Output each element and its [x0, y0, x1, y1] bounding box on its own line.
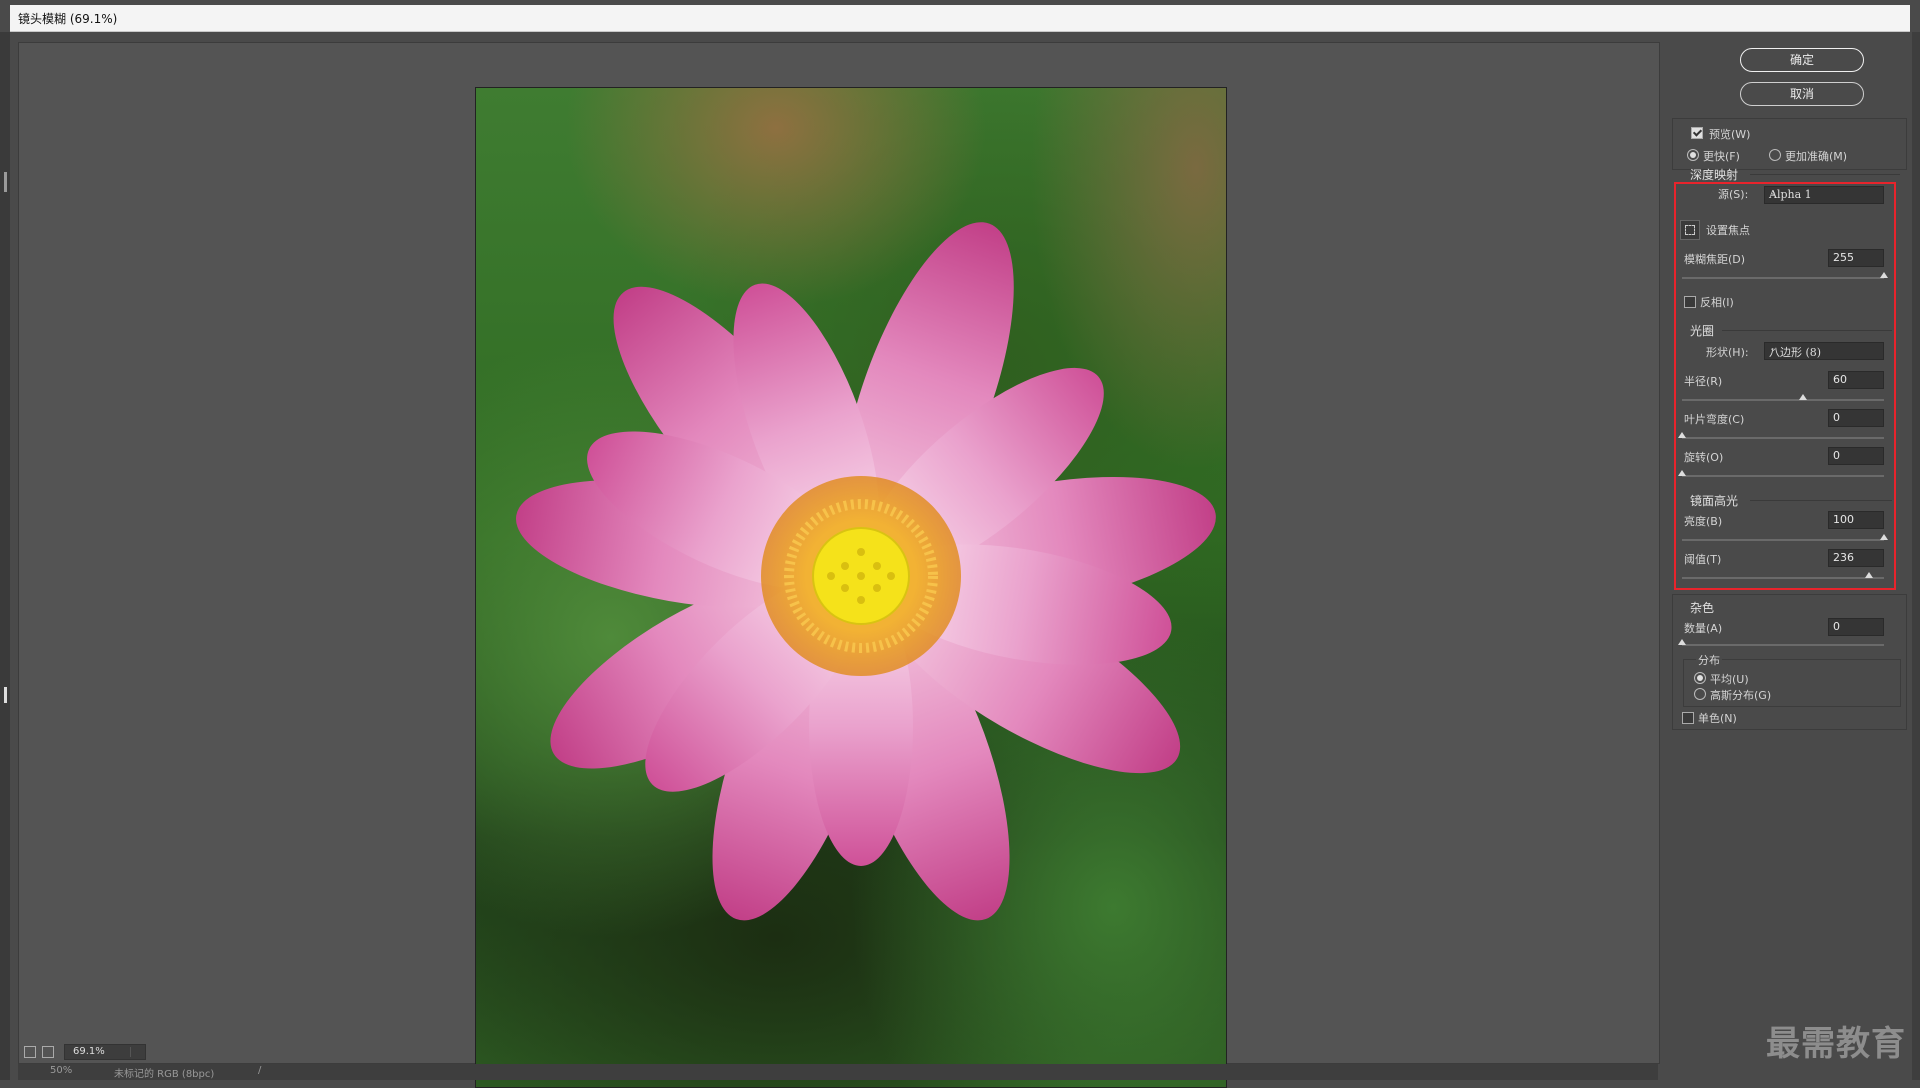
preview-checkbox[interactable] [1691, 127, 1703, 139]
brightness-label: 亮度(B) [1684, 515, 1723, 528]
actual-size-button[interactable] [42, 1046, 54, 1058]
radius-label: 半径(R) [1684, 375, 1723, 388]
preview-workspace[interactable] [18, 42, 1660, 1088]
threshold-input[interactable]: 236 [1828, 549, 1884, 567]
status-zoom: 50% [50, 1065, 73, 1076]
left-edge-strip [0, 32, 10, 1080]
blur-focal-distance-slider[interactable] [1682, 272, 1888, 279]
rotation-label: 旋转(O) [1684, 451, 1724, 464]
shape-select[interactable]: 八边形 (8) ⌄ [1764, 342, 1884, 360]
preview-group: 预览(W) 更快(F) 更加准确(M) [1672, 118, 1907, 170]
title-bar: 镜头模糊 (69.1%) [10, 5, 1910, 32]
brightness-input[interactable]: 100 [1828, 511, 1884, 529]
uniform-radio[interactable] [1694, 672, 1706, 684]
radius-value: 60 [1833, 373, 1847, 386]
ok-button[interactable]: 确定 [1740, 48, 1864, 72]
source-label: 源(S): [1718, 188, 1749, 201]
window-title: 镜头模糊 (69.1%) [18, 12, 118, 26]
fit-view-button[interactable] [24, 1046, 36, 1058]
chevron-down-icon: ⌄ [1769, 187, 1778, 198]
preview-label: 预览(W) [1709, 128, 1751, 141]
status-slash: / [258, 1065, 262, 1076]
slider-thumb[interactable] [1678, 639, 1686, 645]
brightness-value: 100 [1833, 513, 1854, 526]
blade-curvature-value: 0 [1833, 411, 1840, 424]
edge-marker [4, 687, 7, 703]
more-accurate-label: 更加准确(M) [1785, 150, 1848, 163]
status-bar: 50% 未标记的 RGB (8bpc) / [18, 1064, 1658, 1080]
blur-focal-distance-label: 模糊焦距(D) [1684, 253, 1746, 266]
blade-curvature-label: 叶片弯度(C) [1684, 413, 1745, 426]
slider-thumb[interactable] [1678, 432, 1686, 438]
faster-radio[interactable] [1687, 149, 1699, 161]
blade-curvature-input[interactable]: 0 [1828, 409, 1884, 427]
zoom-select[interactable]: 69.1% [64, 1044, 146, 1060]
blur-focal-distance-value: 255 [1833, 251, 1854, 264]
slider-thumb[interactable] [1678, 470, 1686, 476]
distribution-group: 分布 平均(U) 高斯分布(G) [1683, 652, 1901, 707]
preview-image [475, 87, 1227, 1088]
chevron-down-icon [130, 1047, 141, 1057]
settings-panel: 确定 取消 预览(W) 更快(F) 更加准确(M) 深度映射 源(S): Alp… [1666, 42, 1910, 1062]
status-color-mode: 未标记的 RGB (8bpc) [114, 1069, 215, 1080]
cancel-button[interactable]: 取消 [1740, 82, 1864, 106]
divider [1722, 330, 1892, 331]
edge-marker [4, 172, 7, 192]
monochrome-label: 单色(N) [1698, 712, 1737, 725]
invert-label: 反相(I) [1700, 296, 1734, 309]
slider-thumb[interactable] [1864, 572, 1873, 578]
lotus-flower-illustration [516, 222, 1216, 921]
amount-slider[interactable] [1678, 639, 1884, 646]
watermark-logo: 最需教育 [1766, 1024, 1906, 1064]
radius-slider[interactable] [1682, 394, 1884, 401]
gaussian-radio[interactable] [1694, 688, 1706, 700]
blade-curvature-slider[interactable] [1678, 432, 1884, 439]
uniform-label: 平均(U) [1710, 673, 1749, 686]
noise-group: 杂色 数量(A) 0 分布 平均(U) 高斯分布(G) 单色(N) [1672, 594, 1907, 730]
divider [1750, 174, 1900, 175]
faster-label: 更快(F) [1703, 150, 1740, 163]
specular-title: 镜面高光 [1690, 494, 1739, 508]
radius-input[interactable]: 60 [1828, 371, 1884, 389]
slider-thumb[interactable] [1880, 534, 1888, 540]
threshold-value: 236 [1833, 551, 1854, 564]
source-select[interactable]: Alpha 1 ⌄ [1764, 186, 1884, 204]
chevron-down-icon: ⌄ [1769, 343, 1778, 354]
right-edge-strip [1912, 32, 1920, 1080]
slider-thumb[interactable] [1880, 272, 1888, 278]
monochrome-checkbox[interactable] [1682, 712, 1694, 724]
more-accurate-radio[interactable] [1769, 149, 1781, 161]
depth-map-title: 深度映射 [1690, 168, 1739, 182]
rotation-slider[interactable] [1678, 470, 1884, 477]
amount-input[interactable]: 0 [1828, 618, 1884, 636]
set-focus-label[interactable]: 设置焦点 [1706, 222, 1750, 238]
iris-title: 光圈 [1690, 324, 1715, 338]
view-controls: 69.1% [18, 1044, 248, 1062]
divider [1750, 500, 1892, 501]
rotation-input[interactable]: 0 [1828, 447, 1884, 465]
amount-value: 0 [1833, 620, 1840, 633]
slider-thumb[interactable] [1799, 394, 1808, 400]
gaussian-label: 高斯分布(G) [1710, 689, 1772, 702]
invert-checkbox[interactable] [1684, 296, 1696, 308]
rotation-value: 0 [1833, 449, 1840, 462]
threshold-label: 阈值(T) [1684, 553, 1722, 566]
set-focus-icon[interactable] [1680, 220, 1700, 240]
shape-label: 形状(H): [1706, 346, 1749, 359]
zoom-value: 69.1% [73, 1046, 105, 1057]
noise-title: 杂色 [1690, 601, 1715, 615]
threshold-slider[interactable] [1682, 572, 1884, 579]
blur-focal-distance-input[interactable]: 255 [1828, 249, 1884, 267]
amount-label: 数量(A) [1684, 622, 1723, 635]
brightness-slider[interactable] [1682, 534, 1888, 541]
distribution-title: 分布 [1696, 652, 1722, 668]
